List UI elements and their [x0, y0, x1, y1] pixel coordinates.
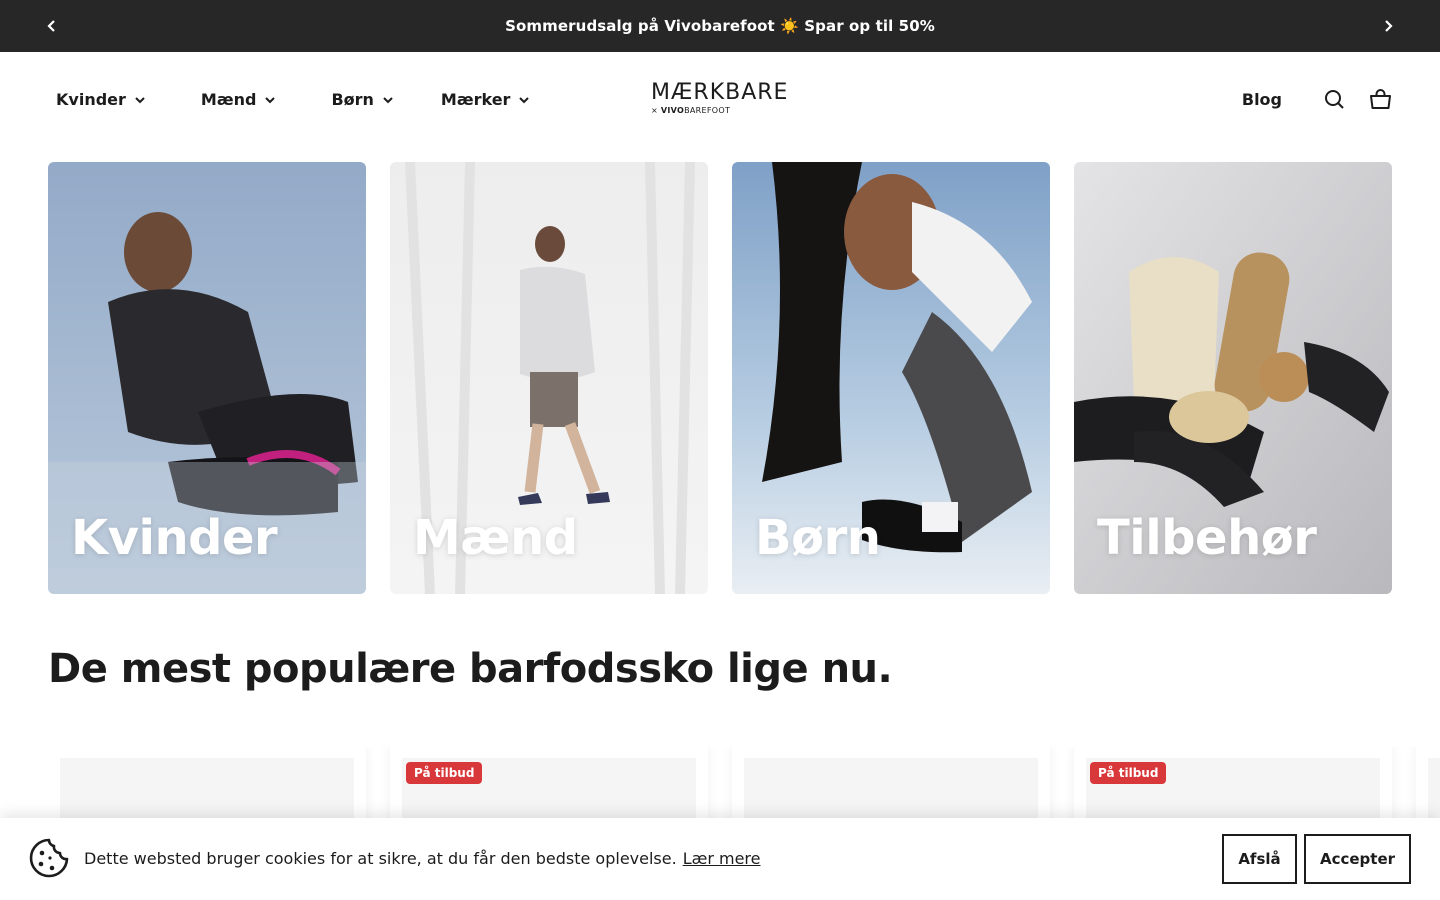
cookie-message: Dette websted bruger cookies for at sikr…: [84, 849, 760, 868]
announcement-bar: Sommerudsalg på Vivobarefoot ☀️ Spar op …: [0, 0, 1440, 52]
category-label: Børn: [755, 510, 881, 566]
category-label: Mænd: [413, 510, 578, 566]
site-logo[interactable]: MÆRKBARE × VIVOBAREFOOT: [651, 82, 791, 120]
chevron-left-icon[interactable]: [26, 0, 78, 52]
header-actions: Blog: [1242, 52, 1392, 146]
learn-more-link[interactable]: Lær mere: [683, 849, 761, 868]
nav-item-label: Børn: [331, 89, 374, 109]
nav-item-boern[interactable]: Børn: [331, 89, 393, 109]
nav-item-label: Mænd: [200, 89, 257, 109]
logo-subline: × VIVOBAREFOOT: [651, 106, 731, 115]
logo-wordmark: MÆRKBARE: [651, 80, 789, 105]
main-nav: Kvinder Mænd Børn Mærker: [56, 52, 530, 146]
category-card-kvinder[interactable]: Kvinder: [48, 162, 366, 594]
blog-link[interactable]: Blog: [1242, 90, 1282, 109]
nav-item-kvinder[interactable]: Kvinder: [56, 90, 145, 109]
sale-badge: På tilbud: [406, 762, 483, 784]
category-card-maend[interactable]: Mænd: [390, 162, 708, 594]
category-card-boern[interactable]: Børn: [732, 162, 1050, 594]
announcement-text: Sommerudsalg på Vivobarefoot ☀️ Spar op …: [505, 17, 935, 35]
chevron-down-icon: [383, 94, 393, 107]
accept-button[interactable]: Accepter: [1304, 834, 1411, 884]
search-icon[interactable]: [1322, 87, 1346, 111]
nav-item-maerker[interactable]: Mærker: [441, 90, 530, 109]
category-label: Tilbehør: [1097, 510, 1317, 566]
cart-icon[interactable]: [1368, 87, 1392, 111]
category-grid: Kvinder Mænd Børn Tilbehør: [48, 162, 1392, 594]
chevron-down-icon: [265, 94, 276, 107]
chevron-right-icon[interactable]: [1362, 0, 1414, 52]
section-title: De mest populære barfodssko lige nu.: [48, 646, 893, 692]
chevron-down-icon: [135, 94, 145, 107]
nav-item-label: Mærker: [440, 89, 511, 109]
cookie-icon: [29, 838, 69, 878]
category-label: Kvinder: [71, 510, 278, 566]
nav-item-maend[interactable]: Mænd: [201, 90, 276, 109]
sale-badge: På tilbud: [1090, 762, 1167, 784]
cookie-banner: Dette websted bruger cookies for at sikr…: [0, 818, 1440, 900]
chevron-down-icon: [519, 94, 530, 107]
category-card-tilbehoer[interactable]: Tilbehør: [1074, 162, 1392, 594]
cookie-message-text: Dette websted bruger cookies for at sikr…: [84, 849, 677, 868]
site-header: Kvinder Mænd Børn Mærker MÆRKBARE × VIVO…: [0, 52, 1440, 146]
nav-item-label: Kvinder: [56, 89, 126, 109]
decline-button[interactable]: Afslå: [1222, 834, 1297, 884]
